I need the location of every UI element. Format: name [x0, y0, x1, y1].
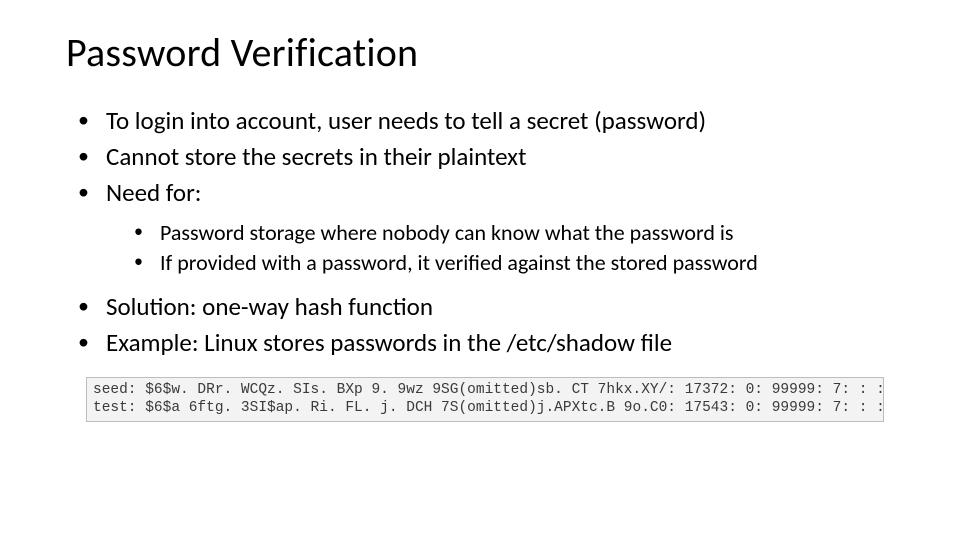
list-item: Solution: one-way hash function — [78, 291, 904, 323]
bullet-text: Cannot store the secrets in their plaint… — [106, 141, 526, 172]
sub-bullet-list: Password storage where nobody can know w… — [134, 219, 904, 277]
bullet-text: Need for: — [106, 177, 202, 208]
page-title: Password Verification — [56, 28, 904, 77]
list-item: Password storage where nobody can know w… — [134, 219, 904, 247]
bullet-text: Password storage where nobody can know w… — [160, 219, 734, 246]
list-item: To login into account, user needs to tel… — [78, 105, 904, 137]
bullet-text: Solution: one-way hash function — [106, 291, 433, 322]
bullet-text: To login into account, user needs to tel… — [106, 105, 706, 136]
list-item: Cannot store the secrets in their plaint… — [78, 141, 904, 173]
bullet-list: To login into account, user needs to tel… — [78, 105, 904, 359]
list-item: Need for: Password storage where nobody … — [78, 177, 904, 277]
code-line: test: $6$a 6ftg. 3SI$ap. Ri. FL. j. DCH … — [93, 400, 884, 416]
bullet-text: Example: Linux stores passwords in the /… — [106, 327, 672, 358]
bullet-text: If provided with a password, it verified… — [160, 249, 758, 276]
code-block: seed: $6$w. DRr. WCQz. SIs. BXp 9. 9wz 9… — [86, 377, 884, 421]
list-item: Example: Linux stores passwords in the /… — [78, 327, 904, 359]
list-item: If provided with a password, it verified… — [134, 249, 904, 277]
slide: Password Verification To login into acco… — [0, 0, 960, 540]
code-line: seed: $6$w. DRr. WCQz. SIs. BXp 9. 9wz 9… — [93, 382, 884, 398]
